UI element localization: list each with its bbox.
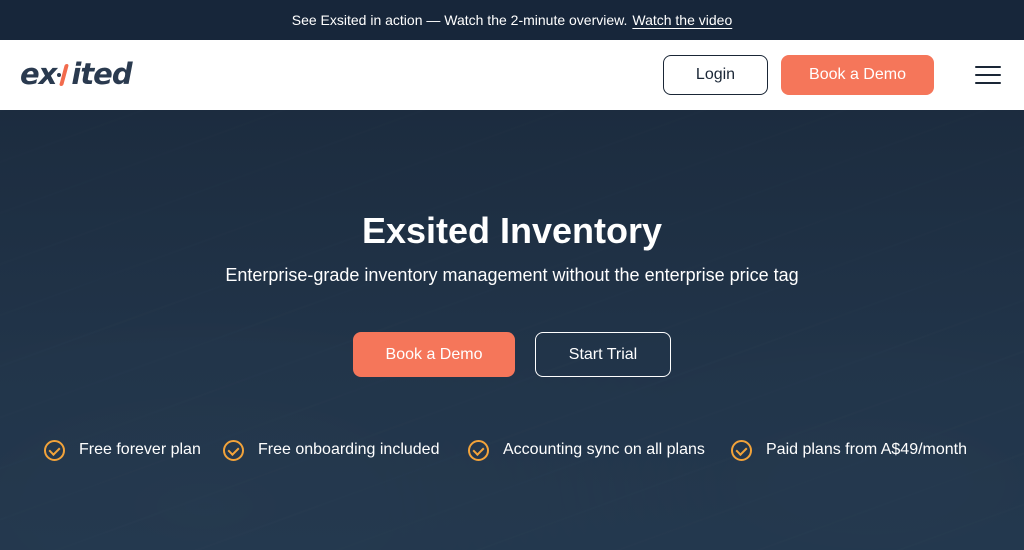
announcement-bar: See Exsited in action — Watch the 2-minu… (0, 0, 1024, 40)
watch-video-link[interactable]: Watch the video (632, 12, 732, 28)
login-button[interactable]: Login (663, 55, 768, 95)
feature-item: Accounting sync on all plans (468, 438, 705, 462)
logo-mark-icon (57, 61, 70, 87)
feature-item: Free forever plan (44, 438, 201, 462)
header-book-demo-button[interactable]: Book a Demo (781, 55, 934, 95)
announcement-text: See Exsited in action — Watch the 2-minu… (291, 12, 628, 28)
site-header: ex ited Login Book a Demo (0, 40, 1024, 110)
exsited-logo[interactable]: ex ited (20, 56, 133, 92)
hamburger-menu-icon[interactable] (972, 64, 1002, 86)
start-trial-button[interactable]: Start Trial (535, 332, 671, 377)
feature-list: Free forever plan Free onboarding includ… (0, 438, 1024, 462)
hero-background (0, 110, 1024, 550)
hero-book-demo-button[interactable]: Book a Demo (353, 332, 515, 377)
feature-item: Paid plans from A$49/month (731, 438, 967, 462)
hero-subtitle: Enterprise-grade inventory management wi… (225, 265, 799, 285)
hero-title: Exsited Inventory (361, 210, 663, 251)
check-circle-icon (44, 439, 65, 461)
feature-item: Free onboarding included (223, 438, 439, 462)
check-circle-icon (731, 439, 752, 461)
check-circle-icon (468, 439, 489, 461)
hero-section: Exsited Inventory Enterprise-grade inven… (0, 110, 1024, 550)
check-circle-icon (223, 439, 244, 461)
